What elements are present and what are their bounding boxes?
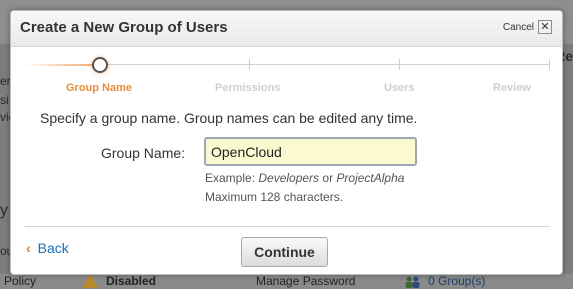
wizard-current-step-indicator	[92, 57, 108, 73]
wizard-step-users: Users	[384, 82, 415, 94]
wizard-progress-active	[25, 64, 95, 66]
wizard-step-marker	[249, 59, 250, 70]
wizard-step-marker	[549, 59, 550, 70]
footer-divider	[25, 226, 550, 227]
hint-example-developers: Developers	[258, 171, 320, 185]
wizard-progress-track	[106, 64, 550, 65]
back-label: Back	[37, 240, 69, 256]
chevron-left-icon: ‹	[26, 240, 31, 256]
group-name-label: Group Name:	[101, 145, 186, 161]
warning-icon	[82, 274, 98, 288]
dialog-header: Create a New Group of Users Cancel ✕	[11, 11, 562, 47]
wizard-step-marker	[399, 59, 400, 70]
close-icon[interactable]: ✕	[538, 20, 552, 34]
dialog-title: Create a New Group of Users	[20, 19, 228, 36]
hint-example-projectalpha: ProjectAlpha	[336, 171, 405, 185]
group-name-input[interactable]	[204, 137, 417, 166]
create-group-dialog: Create a New Group of Users Cancel ✕ Gro…	[10, 10, 563, 275]
background-policy-label: Policy	[4, 274, 37, 288]
wizard-step-group-name: Group Name	[66, 82, 133, 94]
hint-or: or	[319, 171, 337, 185]
background-manage-password: Manage Password	[256, 274, 356, 288]
cancel-link[interactable]: Cancel	[503, 22, 534, 33]
wizard-step-permissions: Permissions	[215, 82, 281, 94]
hint-prefix: Example:	[205, 171, 259, 185]
background-text-fragment: y	[0, 202, 8, 219]
group-icon	[405, 276, 420, 288]
background-disabled-status: Disabled	[106, 274, 157, 288]
group-name-length-hint: Maximum 128 characters.	[205, 190, 344, 204]
wizard-step-review: Review	[493, 82, 531, 94]
continue-button[interactable]: Continue	[241, 237, 328, 267]
background-groups-count: 0 Group(s)	[428, 274, 486, 288]
back-button[interactable]: ‹ Back	[26, 240, 69, 256]
group-name-example-hint: Example: Developers or ProjectAlpha	[205, 171, 404, 185]
wizard-progress: Group Name Permissions Users Review	[11, 47, 562, 103]
instructions-text: Specify a group name. Group names can be…	[40, 110, 418, 126]
background-text-fragment: si	[0, 93, 9, 107]
